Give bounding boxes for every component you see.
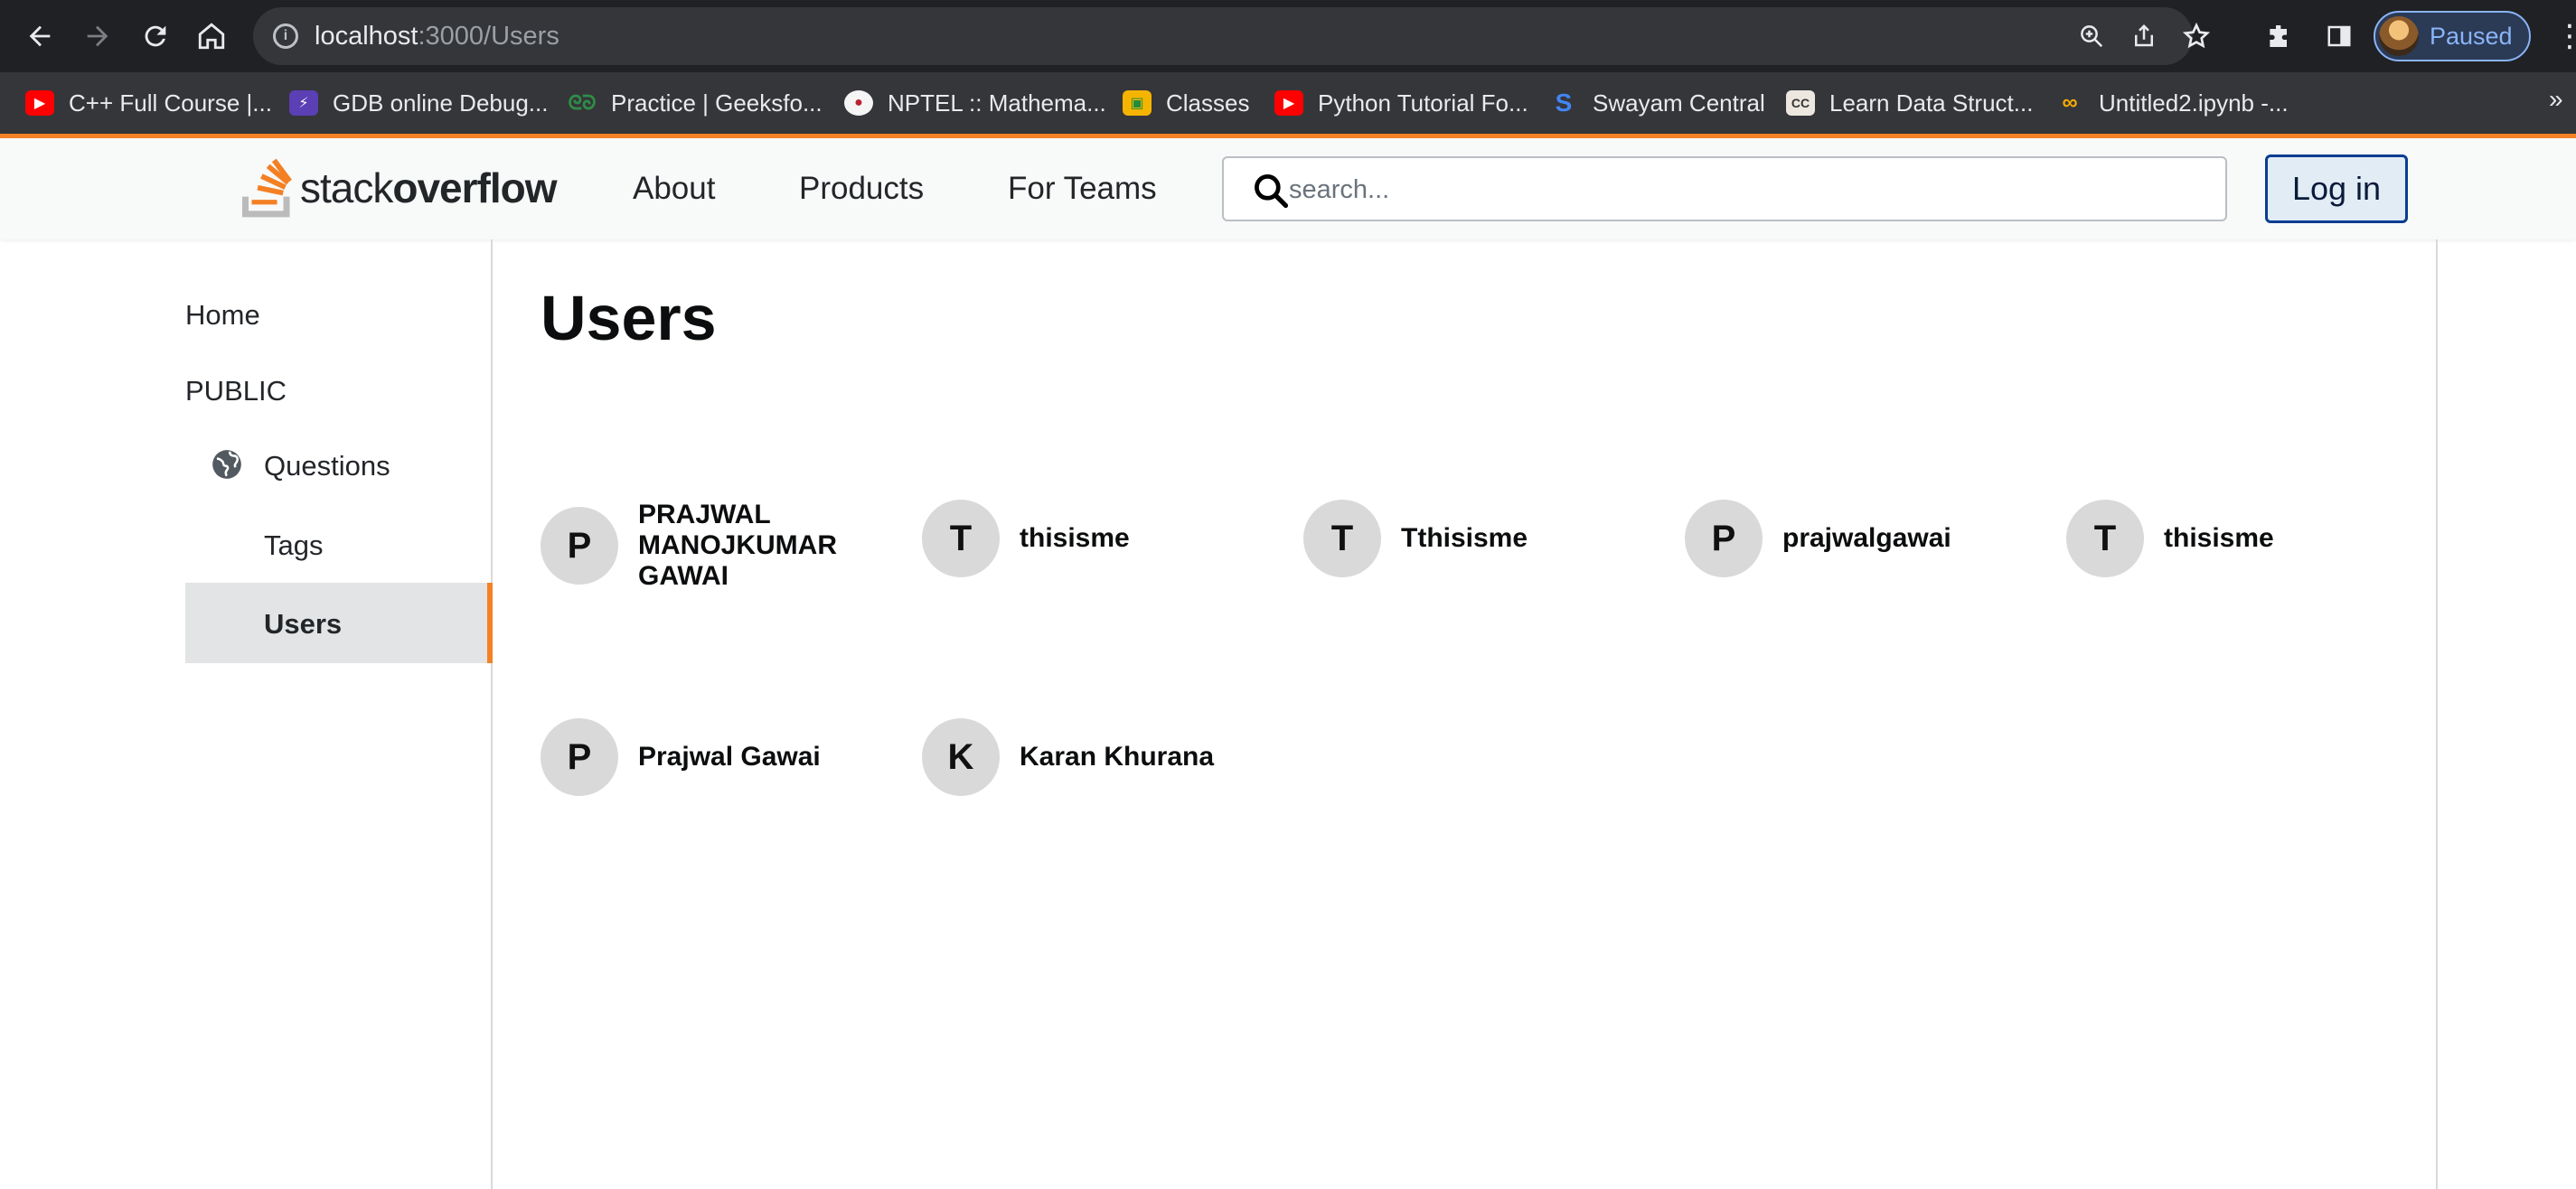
search-input[interactable] bbox=[1289, 169, 2211, 211]
globe-icon bbox=[212, 450, 241, 479]
classroom-icon: ▣ bbox=[1123, 90, 1152, 116]
nav-for-teams[interactable]: For Teams bbox=[1008, 171, 1157, 207]
left-sidebar: Home PUBLIC Questions Tags Users bbox=[0, 239, 493, 1189]
nav-products[interactable]: Products bbox=[799, 171, 924, 207]
avatar: P bbox=[541, 718, 618, 796]
sidebar-section-public: PUBLIC bbox=[185, 375, 287, 407]
bookmark-item[interactable]: ᘓᘐ Practice | Geeksfo... bbox=[568, 85, 823, 121]
profile-avatar bbox=[2379, 16, 2419, 56]
home-icon[interactable] bbox=[186, 11, 237, 61]
user-name[interactable]: prajwalgawai bbox=[1782, 523, 1951, 554]
nptel-icon: ● bbox=[844, 90, 873, 116]
zoom-icon[interactable] bbox=[2073, 18, 2110, 54]
bookmarks-bar: ▶ C++ Full Course |... ⚡ GDB online Debu… bbox=[0, 72, 2576, 134]
profile-status: Paused bbox=[2430, 22, 2513, 50]
reload-icon[interactable] bbox=[130, 11, 181, 61]
bookmark-item[interactable]: CC Learn Data Struct... bbox=[1786, 85, 2033, 121]
search-container bbox=[1222, 156, 2227, 221]
user-card[interactable]: T thisisme bbox=[922, 500, 1247, 577]
bookmark-item[interactable]: S Swayam Central bbox=[1549, 85, 1765, 121]
forward-arrow-icon[interactable] bbox=[72, 11, 123, 61]
url-path: :3000/Users bbox=[418, 22, 559, 51]
more-bookmarks-icon[interactable]: » bbox=[2549, 85, 2563, 114]
site-logo[interactable]: stackoverflow bbox=[242, 156, 558, 220]
search-icon bbox=[1255, 174, 1289, 209]
bookmark-item[interactable]: ▶ C++ Full Course |... bbox=[25, 85, 272, 121]
cc-icon: CC bbox=[1786, 90, 1815, 116]
bookmark-label: GDB online Debug... bbox=[333, 89, 549, 117]
user-name[interactable]: Karan Khurana bbox=[1020, 742, 1214, 772]
bookmark-label: NPTEL :: Mathema... bbox=[888, 89, 1106, 117]
user-card[interactable]: P prajwalgawai bbox=[1685, 500, 2010, 577]
swayam-icon: S bbox=[1555, 89, 1573, 117]
kebab-menu-icon[interactable]: ⋮ bbox=[2554, 18, 2576, 54]
sidebar-item-home[interactable]: Home bbox=[185, 299, 260, 332]
site-header: stackoverflow About Products For Teams L… bbox=[0, 134, 2576, 239]
sidebar-item-tags[interactable]: Tags bbox=[264, 529, 323, 562]
bookmark-label: Learn Data Struct... bbox=[1829, 89, 2034, 117]
user-name[interactable]: Prajwal Gawai bbox=[638, 742, 821, 772]
avatar: K bbox=[922, 718, 1000, 796]
login-button[interactable]: Log in bbox=[2265, 154, 2408, 223]
colab-icon: ∞ bbox=[2062, 90, 2078, 115]
user-name[interactable]: PRAJWAL MANOJKUMAR GAWAI bbox=[638, 500, 864, 592]
user-name[interactable]: thisisme bbox=[2164, 523, 2274, 554]
geeksforgeeks-icon: ᘓᘐ bbox=[568, 91, 597, 114]
bookmark-label: Swayam Central bbox=[1593, 89, 1765, 117]
sidebar-item-questions[interactable]: Questions bbox=[264, 450, 390, 482]
avatar: P bbox=[1685, 500, 1763, 577]
avatar: T bbox=[922, 500, 1000, 577]
bookmark-item[interactable]: ▶ Python Tutorial Fo... bbox=[1274, 85, 1528, 121]
bookmark-label: Classes bbox=[1166, 89, 1250, 117]
nav-about[interactable]: About bbox=[633, 171, 715, 207]
bookmark-star-icon[interactable] bbox=[2178, 18, 2214, 54]
content-right-border bbox=[2436, 239, 2438, 1189]
avatar: T bbox=[1303, 500, 1381, 577]
logo-wordmark: stackoverflow bbox=[300, 164, 558, 211]
profile-button[interactable]: Paused bbox=[2374, 11, 2531, 61]
bookmark-item[interactable]: ▣ Classes bbox=[1123, 85, 1249, 121]
avatar: P bbox=[541, 507, 618, 585]
youtube-icon: ▶ bbox=[1274, 90, 1303, 116]
user-name[interactable]: Tthisisme bbox=[1401, 523, 1528, 554]
bookmark-item[interactable]: ⚡ GDB online Debug... bbox=[289, 85, 548, 121]
user-name[interactable]: thisisme bbox=[1020, 523, 1130, 554]
bookmark-label: Python Tutorial Fo... bbox=[1318, 89, 1528, 117]
youtube-icon: ▶ bbox=[25, 90, 54, 116]
user-card[interactable]: T thisisme bbox=[2066, 500, 2392, 577]
share-icon[interactable] bbox=[2126, 18, 2162, 54]
back-arrow-icon[interactable] bbox=[14, 11, 65, 61]
side-panel-icon[interactable] bbox=[2316, 13, 2363, 60]
bookmark-item[interactable]: ∞ Untitled2.ipynb -... bbox=[2055, 85, 2289, 121]
sidebar-item-users-label: Users bbox=[264, 608, 343, 640]
sidebar-item-users[interactable]: Users bbox=[185, 583, 493, 663]
bookmark-label: C++ Full Course |... bbox=[69, 89, 272, 117]
url-host: localhost bbox=[315, 22, 418, 51]
gdb-icon: ⚡ bbox=[289, 90, 318, 116]
page-title: Users bbox=[541, 283, 717, 353]
user-card[interactable]: P Prajwal Gawai bbox=[541, 718, 866, 796]
user-card[interactable]: T Tthisisme bbox=[1303, 500, 1629, 577]
browser-toolbar: i localhost:3000/Users Paused ⋮ bbox=[0, 0, 2576, 72]
user-card[interactable]: K Karan Khurana bbox=[922, 718, 1247, 796]
user-card[interactable]: P PRAJWAL MANOJKUMAR GAWAI bbox=[541, 500, 866, 592]
url-text[interactable]: localhost:3000/Users bbox=[315, 22, 559, 51]
bookmark-item[interactable]: ● NPTEL :: Mathema... bbox=[844, 85, 1106, 121]
address-bar[interactable]: i localhost:3000/Users bbox=[253, 7, 2211, 65]
avatar: T bbox=[2066, 500, 2144, 577]
bookmark-label: Practice | Geeksfo... bbox=[611, 89, 823, 117]
site-info-icon[interactable]: i bbox=[273, 23, 298, 49]
stackoverflow-logo-icon bbox=[242, 158, 292, 218]
bookmark-label: Untitled2.ipynb -... bbox=[2099, 89, 2289, 117]
extensions-puzzle-icon[interactable] bbox=[2256, 13, 2303, 60]
